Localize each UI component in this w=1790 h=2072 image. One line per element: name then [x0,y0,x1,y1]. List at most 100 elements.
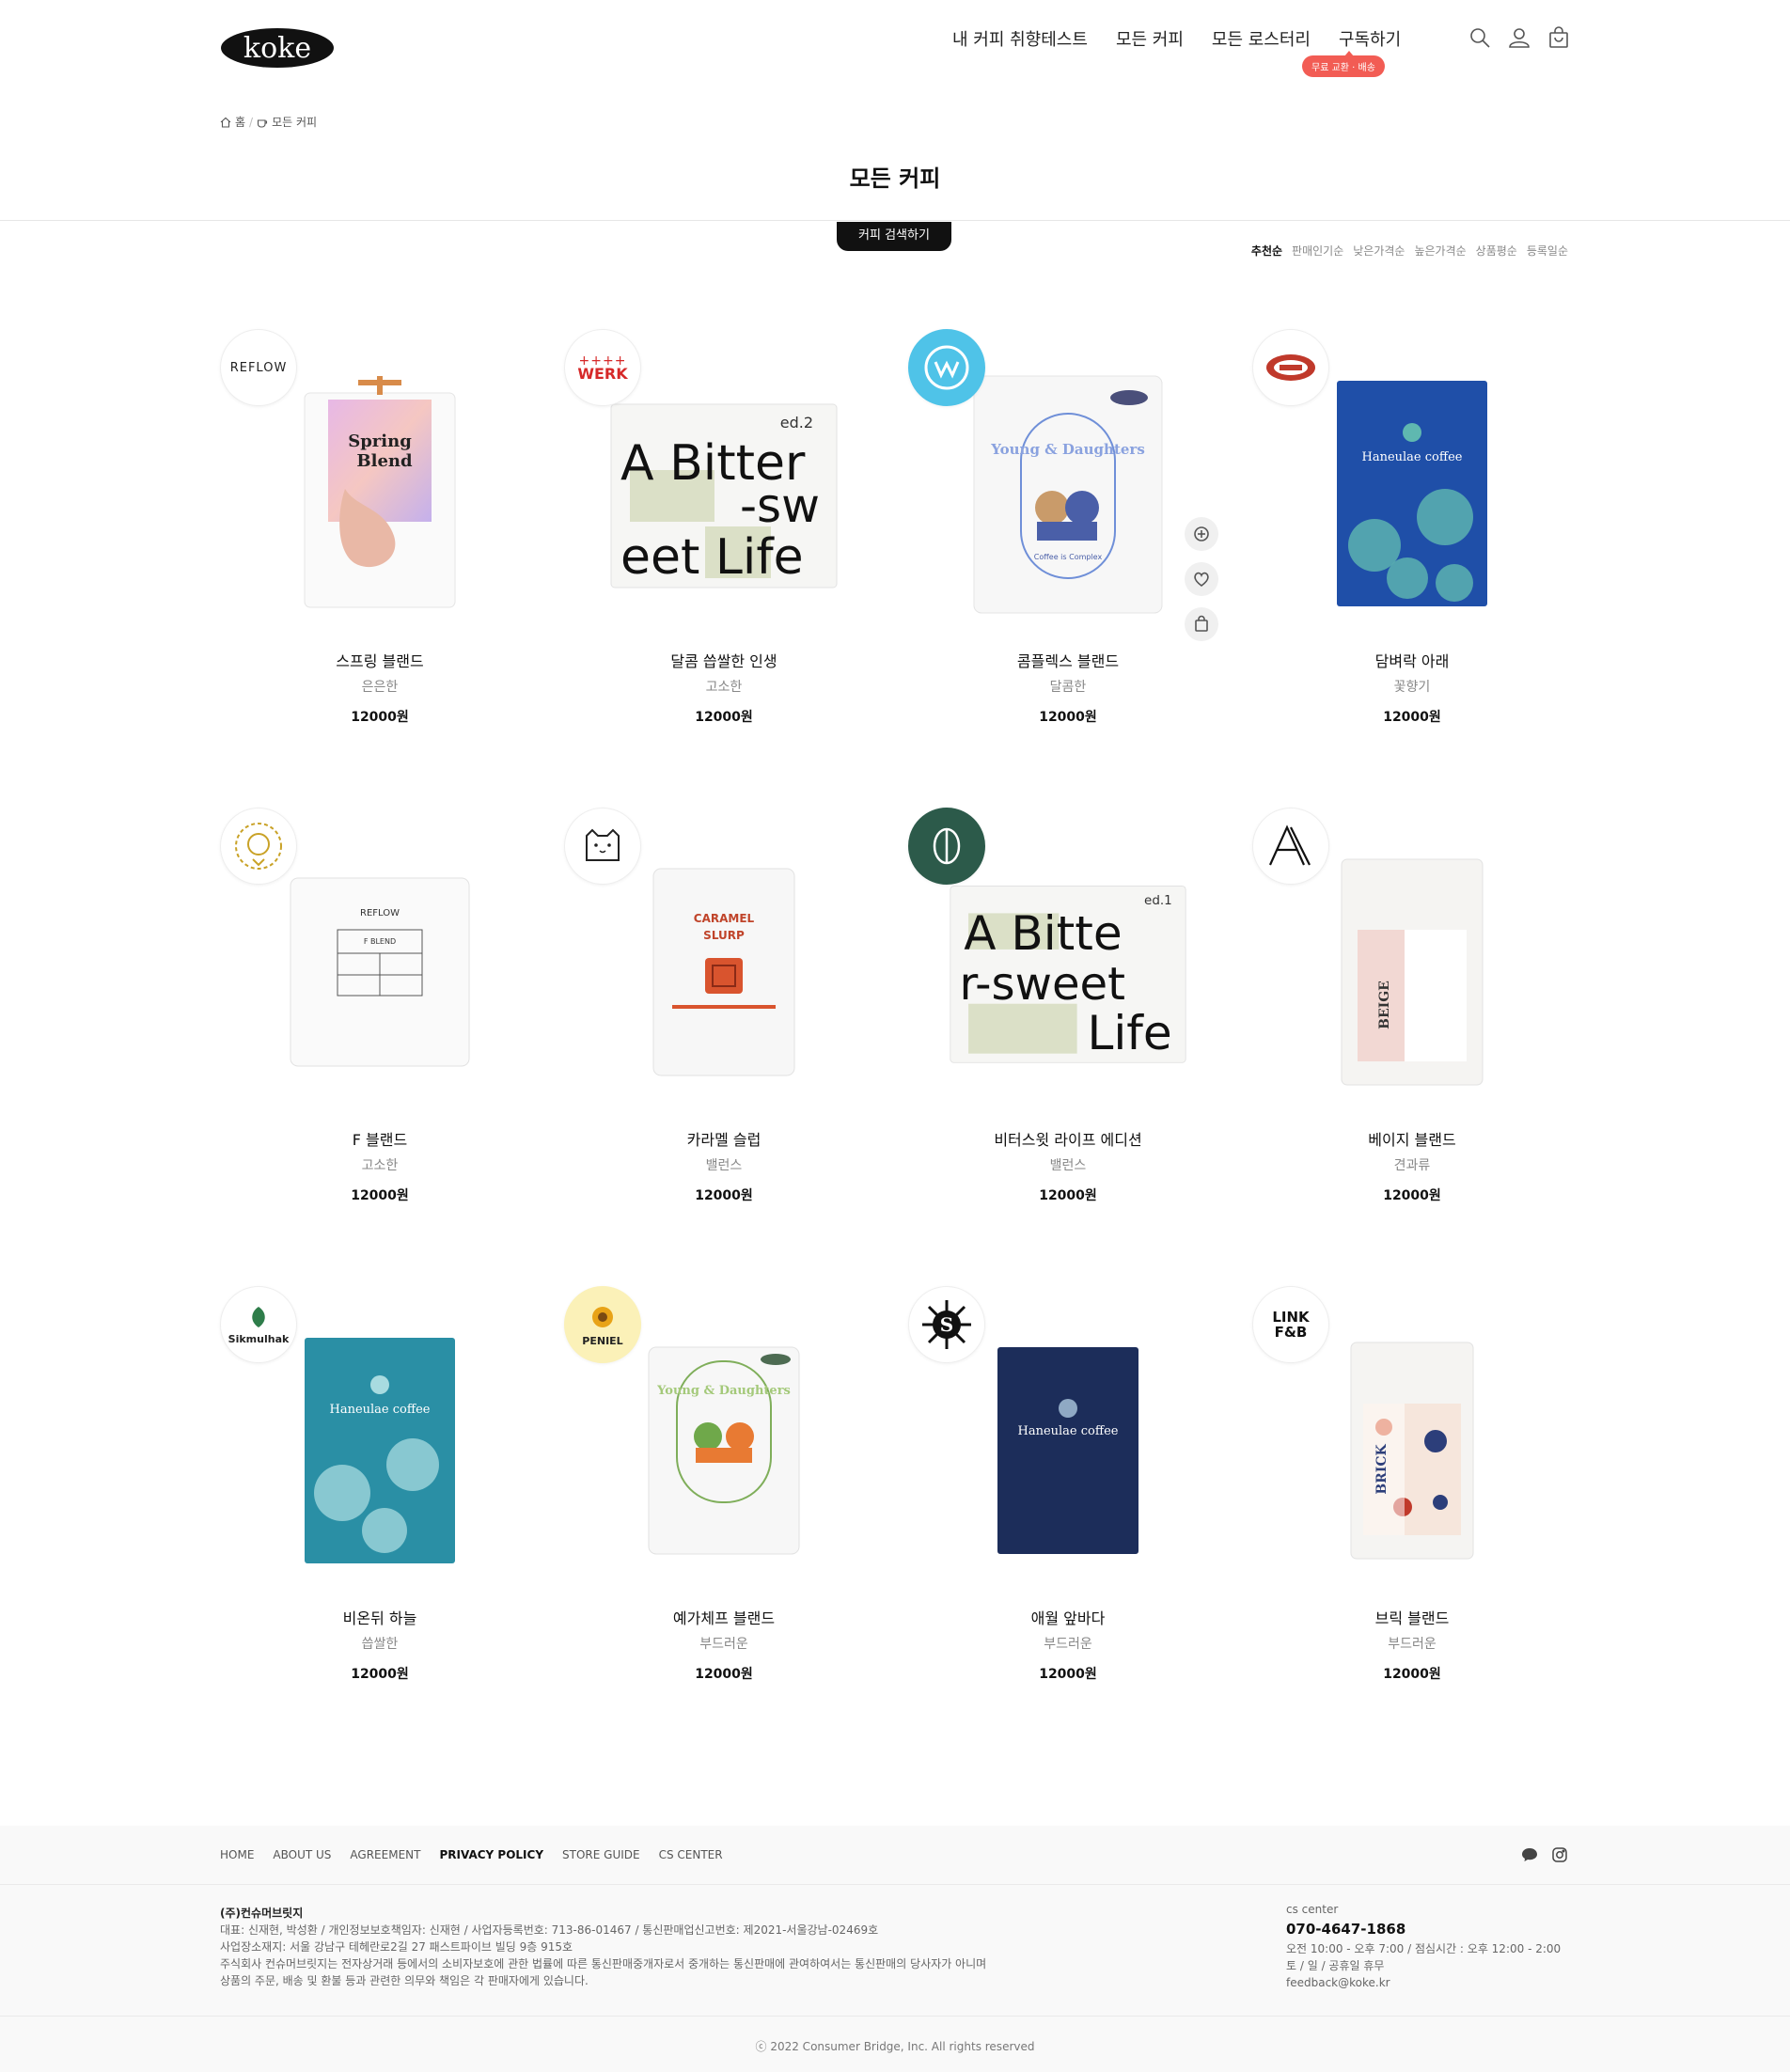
package-brand: BEIGE [1377,981,1392,1029]
product-name[interactable]: 달콤 씁쌀한 인생 [564,649,884,671]
product-name[interactable]: 담벼락 아래 [1252,649,1572,671]
product-image[interactable]: REFLOW F BLEND [258,836,502,1108]
product-card[interactable]: Sikmulhak Haneulae coffee 비온뒤 하늘 씁쌀한 120… [220,1286,540,1700]
product-image[interactable]: Young & Daughters Coffee is Complex [946,357,1190,630]
product-card[interactable]: ed.1 A Bitte r-sweet Life 비터스윗 라이프 에디션 밸… [908,808,1228,1221]
product-card[interactable]: ++++ WERK ed.2 A Bitter -sw eet Life 달콤 … [564,329,884,743]
footer-link-cs-center[interactable]: CS CENTER [659,1848,723,1861]
product-image[interactable]: Haneulae coffee [946,1314,1190,1587]
product-taste: 꽃향기 [1393,680,1431,695]
footer-link-about[interactable]: ABOUT US [273,1848,331,1861]
roaster-logo[interactable]: Sikmulhak [220,1286,297,1363]
cs-email[interactable]: feedback@koke.kr [1286,1974,1561,1991]
add-to-cart-button[interactable] [1185,607,1218,641]
search-icon[interactable] [1468,26,1491,49]
product-taste: 은은한 [361,680,399,695]
heart-icon [1194,572,1209,587]
product-card[interactable]: S Haneulae coffee 애월 앞바다 부드러운 12000원 [908,1286,1228,1700]
product-card[interactable]: REFLOW F BLEND F 블랜드 고소한 12000원 [220,808,540,1221]
sort-recommended[interactable]: 추천순 [1251,243,1282,259]
roaster-logo[interactable] [220,808,297,885]
roaster-logo[interactable]: PENIEL [564,1286,641,1363]
breadcrumb-home[interactable]: 홈 [235,114,245,130]
product-card[interactable]: PENIEL Young & Daughters 예가체프 블랜드 부드러운 1… [564,1286,884,1700]
user-icon[interactable] [1508,26,1531,49]
product-name[interactable]: 브릭 블랜드 [1252,1606,1572,1628]
package-haneulae-blue: Haneulae coffee [1337,381,1487,606]
roaster-logo[interactable] [1252,329,1329,406]
product-name[interactable]: 스프링 블랜드 [220,649,540,671]
footer-divider [0,2016,1790,2017]
product-image[interactable]: BEIGE [1290,836,1534,1108]
product-image[interactable]: Haneulae coffee [258,1314,502,1587]
roaster-logo[interactable] [564,808,641,885]
roaster-logo[interactable] [908,808,985,885]
footer-link-home[interactable]: HOME [220,1848,254,1861]
instagram-icon[interactable] [1551,1846,1568,1863]
package-fblend: REFLOW F BLEND [290,877,470,1067]
product-card[interactable]: BEIGE 베이지 블랜드 견과류 12000원 [1252,808,1572,1221]
edition-label: ed.1 [1144,893,1172,908]
home-icon[interactable] [220,117,231,128]
chat-icon[interactable] [1521,1846,1538,1863]
roaster-logo[interactable]: LINK F&B [1252,1286,1329,1363]
product-card[interactable]: LINK F&B BRICK 브릭 블랜드 부드러운 12000원 [1252,1286,1572,1700]
sort-high-price[interactable]: 높은가격순 [1414,243,1466,259]
product-name[interactable]: 비온뒤 하늘 [220,1606,540,1628]
product-name[interactable]: 카라멜 슬럽 [564,1127,884,1150]
product-price: 12000원 [695,1188,753,1203]
nav-all-coffee[interactable]: 모든 커피 [1116,26,1184,51]
product-image[interactable]: BRICK [1290,1314,1534,1587]
product-image[interactable]: CARAMEL SLURP [602,836,846,1108]
product-card[interactable]: Haneulae coffee 담벼락 아래 꽃향기 12000원 [1252,329,1572,743]
product-image[interactable]: Haneulae coffee [1290,357,1534,630]
nav-all-roastery[interactable]: 모든 로스터리 [1212,26,1311,51]
footer-link-privacy[interactable]: PRIVACY POLICY [439,1848,543,1861]
product-name[interactable]: 예가체프 블랜드 [564,1606,884,1628]
product-name[interactable]: F 블랜드 [220,1127,540,1150]
roaster-laurel-logo [235,823,282,870]
product-card[interactable]: REFLOW Spring Blend 스프링 블랜드 은은한 12000원 [220,329,540,743]
wishlist-button[interactable] [1185,562,1218,596]
sort-popular[interactable]: 판매인기순 [1292,243,1343,259]
roaster-logo[interactable]: REFLOW [220,329,297,406]
product-name[interactable]: 비터스윗 라이프 에디션 [908,1127,1228,1150]
package-brand: Haneulae coffee [1018,1424,1119,1438]
product-card[interactable]: CARAMEL SLURP 카라멜 슬럽 밸런스 12000원 [564,808,884,1221]
product-image[interactable]: ed.1 A Bitte r-sweet Life [946,836,1190,1108]
roaster-logo[interactable] [908,329,985,406]
product-name[interactable]: 애월 앞바다 [908,1606,1228,1628]
sort-rating[interactable]: 상품평순 [1476,243,1517,259]
roaster-logo[interactable]: S [908,1286,985,1363]
sort-low-price[interactable]: 낮은가격순 [1353,243,1405,259]
nav-taste-test[interactable]: 내 커피 취향테스트 [952,26,1088,51]
breadcrumb-current[interactable]: 모든 커피 [272,114,317,130]
product-price: 12000원 [351,1667,409,1682]
product-name[interactable]: 콤플렉스 블랜드 [908,649,1228,671]
product-name[interactable]: 베이지 블랜드 [1252,1127,1572,1150]
roaster-logo[interactable]: ++++ WERK [564,329,641,406]
sunflower-icon [592,1306,613,1327]
product-taste: 부드러운 [1044,1637,1092,1652]
roaster-sun-logo: S [922,1300,971,1349]
product-image[interactable]: Young & Daughters [602,1314,846,1587]
koke-logo[interactable]: koke [220,26,335,70]
product-taste: 밸런스 [705,1158,743,1173]
product-card[interactable]: Young & Daughters Coffee is Complex 콤플렉스… [908,329,1228,743]
quick-view-button[interactable] [1185,517,1218,551]
footer-link-store-guide[interactable]: STORE GUIDE [562,1848,640,1861]
nav-subscribe[interactable]: 구독하기 [1339,26,1401,51]
package-beige: BEIGE [1341,858,1484,1086]
product-price: 12000원 [1383,1188,1441,1203]
product-image[interactable]: Spring Blend [258,357,502,630]
copyright: ⓒ 2022 Consumer Bridge, Inc. All rights … [755,2040,1035,2053]
package-title-3: eet Life [620,529,804,586]
cs-phone[interactable]: 070-4647-1868 [1286,1918,1561,1940]
footer-link-agreement[interactable]: AGREEMENT [350,1848,420,1861]
sort-newest[interactable]: 등록일순 [1527,243,1568,259]
package-bitter2: ed.1 A Bitte r-sweet Life [950,886,1186,1063]
product-image[interactable]: ed.2 A Bitter -sw eet Life [602,357,846,630]
roaster-logo[interactable] [1252,808,1329,885]
cart-icon[interactable] [1547,26,1570,49]
coffee-search-button[interactable]: 커피 검색하기 [837,222,951,251]
